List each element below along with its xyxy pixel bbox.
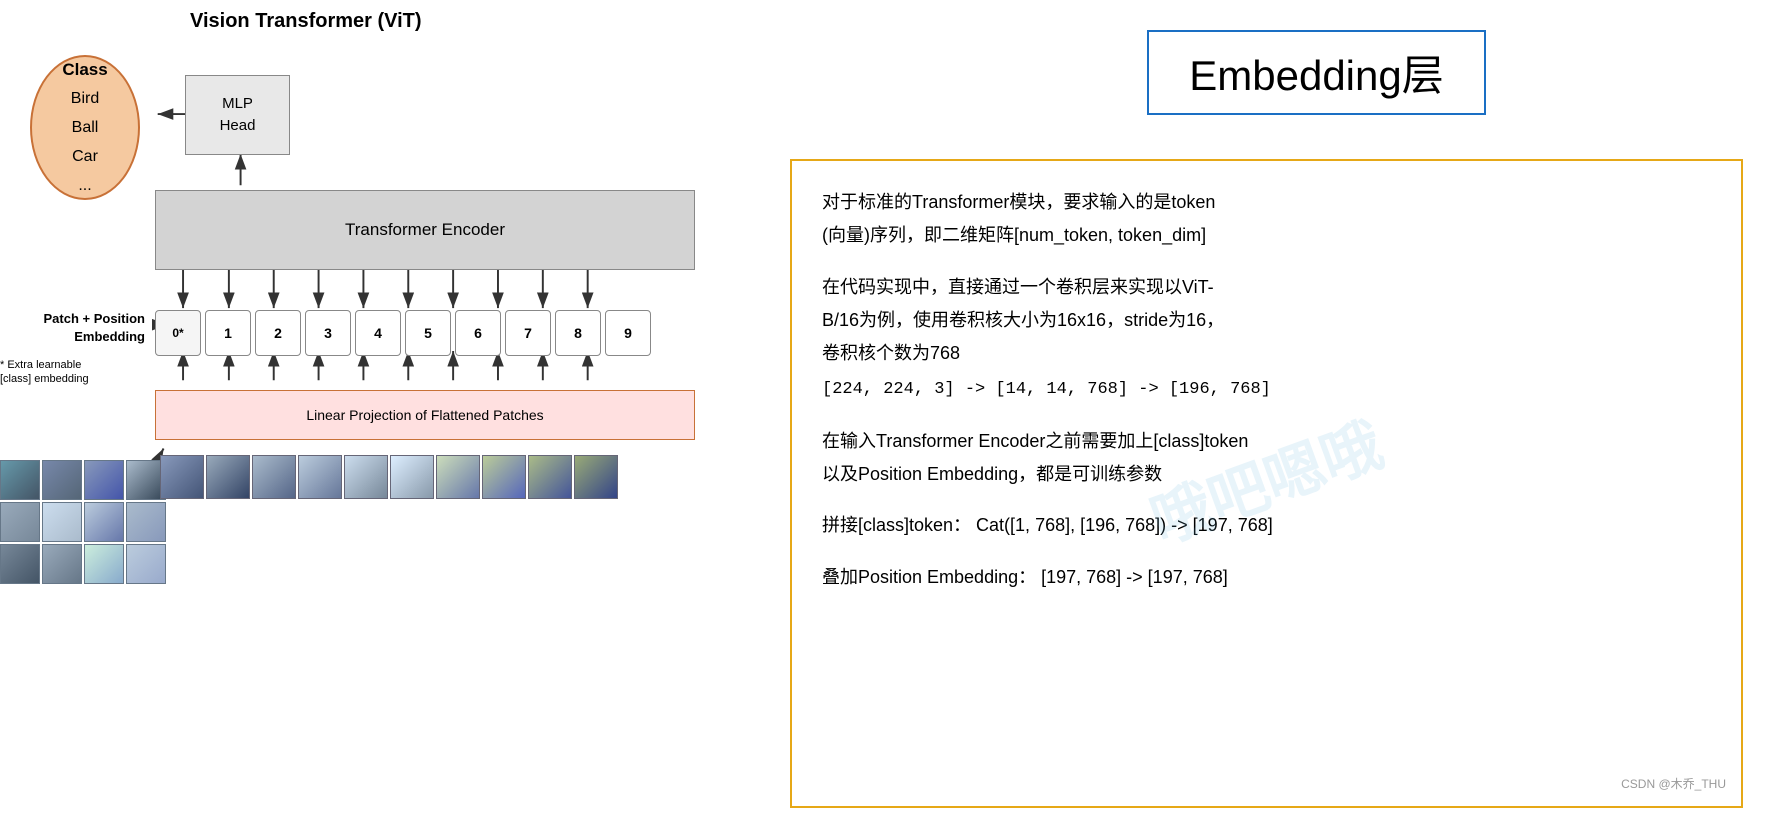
- token-1: 1: [205, 310, 251, 356]
- patch-row-1: [0, 460, 166, 500]
- patch-6: [84, 502, 124, 542]
- large-patch-9: [574, 455, 618, 499]
- transformer-encoder-label: Transformer Encoder: [345, 220, 505, 240]
- info-section-5: 叠加Position Embedding： [197, 768] -> [197…: [822, 561, 1711, 594]
- large-patch-8: [528, 455, 572, 499]
- patch-0: [0, 460, 40, 500]
- token-6: 6: [455, 310, 501, 356]
- diagram-area: Class Bird Ball Car ... MLP Head Transfo…: [0, 0, 760, 780]
- patch-row-3: [0, 544, 166, 584]
- left-panel: Vision Transformer (ViT): [0, 0, 760, 828]
- page-container: Vision Transformer (ViT): [0, 0, 1773, 828]
- large-patch-5: [390, 455, 434, 499]
- mlp-head-box: MLP Head: [185, 75, 290, 155]
- right-panel: Embedding层 哦吧嗯哦 对于标准的Transformer模块，要求输入的…: [760, 0, 1773, 828]
- patch-position-text: Patch + PositionEmbedding: [44, 311, 146, 344]
- info-para4: 拼接[class]token： Cat([1, 768], [196, 768]…: [822, 509, 1711, 542]
- patch-4: [0, 502, 40, 542]
- token-3: 3: [305, 310, 351, 356]
- patches-area: [0, 460, 166, 584]
- csdn-credit: CSDN @木乔_THU: [1621, 773, 1726, 796]
- info-para3-line2: 以及Position Embedding，都是可训练参数: [822, 458, 1711, 491]
- patch-7: [126, 502, 166, 542]
- info-para2-line1: 在代码实现中，直接通过一个卷积层来实现以ViT-: [822, 271, 1711, 304]
- mlp-line1: MLP: [222, 93, 253, 116]
- large-patch-2: [252, 455, 296, 499]
- info-para5: 叠加Position Embedding： [197, 768] -> [197…: [822, 561, 1711, 594]
- info-section-2: 在代码实现中，直接通过一个卷积层来实现以ViT- B/16为例，使用卷积核大小为…: [822, 271, 1711, 407]
- info-para3-line1: 在输入Transformer Encoder之前需要加上[class]token: [822, 425, 1711, 458]
- info-para1-line1: 对于标准的Transformer模块，要求输入的是token: [822, 186, 1711, 219]
- class-item-car: Car: [72, 143, 98, 172]
- linear-projection-label: Linear Projection of Flattened Patches: [306, 407, 543, 423]
- info-code-1: [224, 224, 3] -> [14, 14, 768] -> [196, …: [822, 374, 1711, 406]
- large-patch-0: [160, 455, 204, 499]
- patch-8: [0, 544, 40, 584]
- tokens-row: 0* 1 2 3 4 5 6 7 8 9: [155, 310, 651, 356]
- class-item-dots: ...: [78, 172, 91, 201]
- class-label: Class: [62, 55, 107, 86]
- patch-2: [84, 460, 124, 500]
- info-box: 哦吧嗯哦 对于标准的Transformer模块，要求输入的是token (向量)…: [790, 159, 1743, 808]
- info-para2-line2: B/16为例，使用卷积核大小为16x16，stride为16，: [822, 304, 1711, 337]
- patch-row-2: [0, 502, 166, 542]
- large-patch-6: [436, 455, 480, 499]
- large-patch-1: [206, 455, 250, 499]
- token-7: 7: [505, 310, 551, 356]
- class-box: Class Bird Ball Car ...: [30, 55, 140, 200]
- extra-note-text: * Extra learnable[class] embedding: [0, 359, 89, 385]
- patch-9: [42, 544, 82, 584]
- class-item-bird: Bird: [71, 85, 99, 114]
- info-section-4: 拼接[class]token： Cat([1, 768], [196, 768]…: [822, 509, 1711, 542]
- info-section-3: 在输入Transformer Encoder之前需要加上[class]token…: [822, 425, 1711, 492]
- token-4: 4: [355, 310, 401, 356]
- large-patches-area: [160, 455, 618, 499]
- info-section-1: 对于标准的Transformer模块，要求输入的是token (向量)序列，即二…: [822, 186, 1711, 253]
- large-patch-3: [298, 455, 342, 499]
- patch-5: [42, 502, 82, 542]
- token-8: 8: [555, 310, 601, 356]
- large-patch-7: [482, 455, 526, 499]
- transformer-encoder-box: Transformer Encoder: [155, 190, 695, 270]
- token-5: 5: [405, 310, 451, 356]
- class-item-ball: Ball: [72, 114, 99, 143]
- extra-note: * Extra learnable[class] embedding: [0, 358, 155, 387]
- linear-projection-box: Linear Projection of Flattened Patches: [155, 390, 695, 440]
- token-0: 0*: [155, 310, 201, 356]
- patch-1: [42, 460, 82, 500]
- token-9: 9: [605, 310, 651, 356]
- patch-10: [84, 544, 124, 584]
- patch-position-label: Patch + PositionEmbedding: [0, 310, 145, 346]
- large-patch-4: [344, 455, 388, 499]
- token-2: 2: [255, 310, 301, 356]
- info-para1-line2: (向量)序列，即二维矩阵[num_token, token_dim]: [822, 219, 1711, 252]
- page-title: Embedding层: [1147, 30, 1485, 115]
- mlp-line2: Head: [220, 115, 256, 138]
- info-para2-line3: 卷积核个数为768: [822, 337, 1711, 370]
- patch-11: [126, 544, 166, 584]
